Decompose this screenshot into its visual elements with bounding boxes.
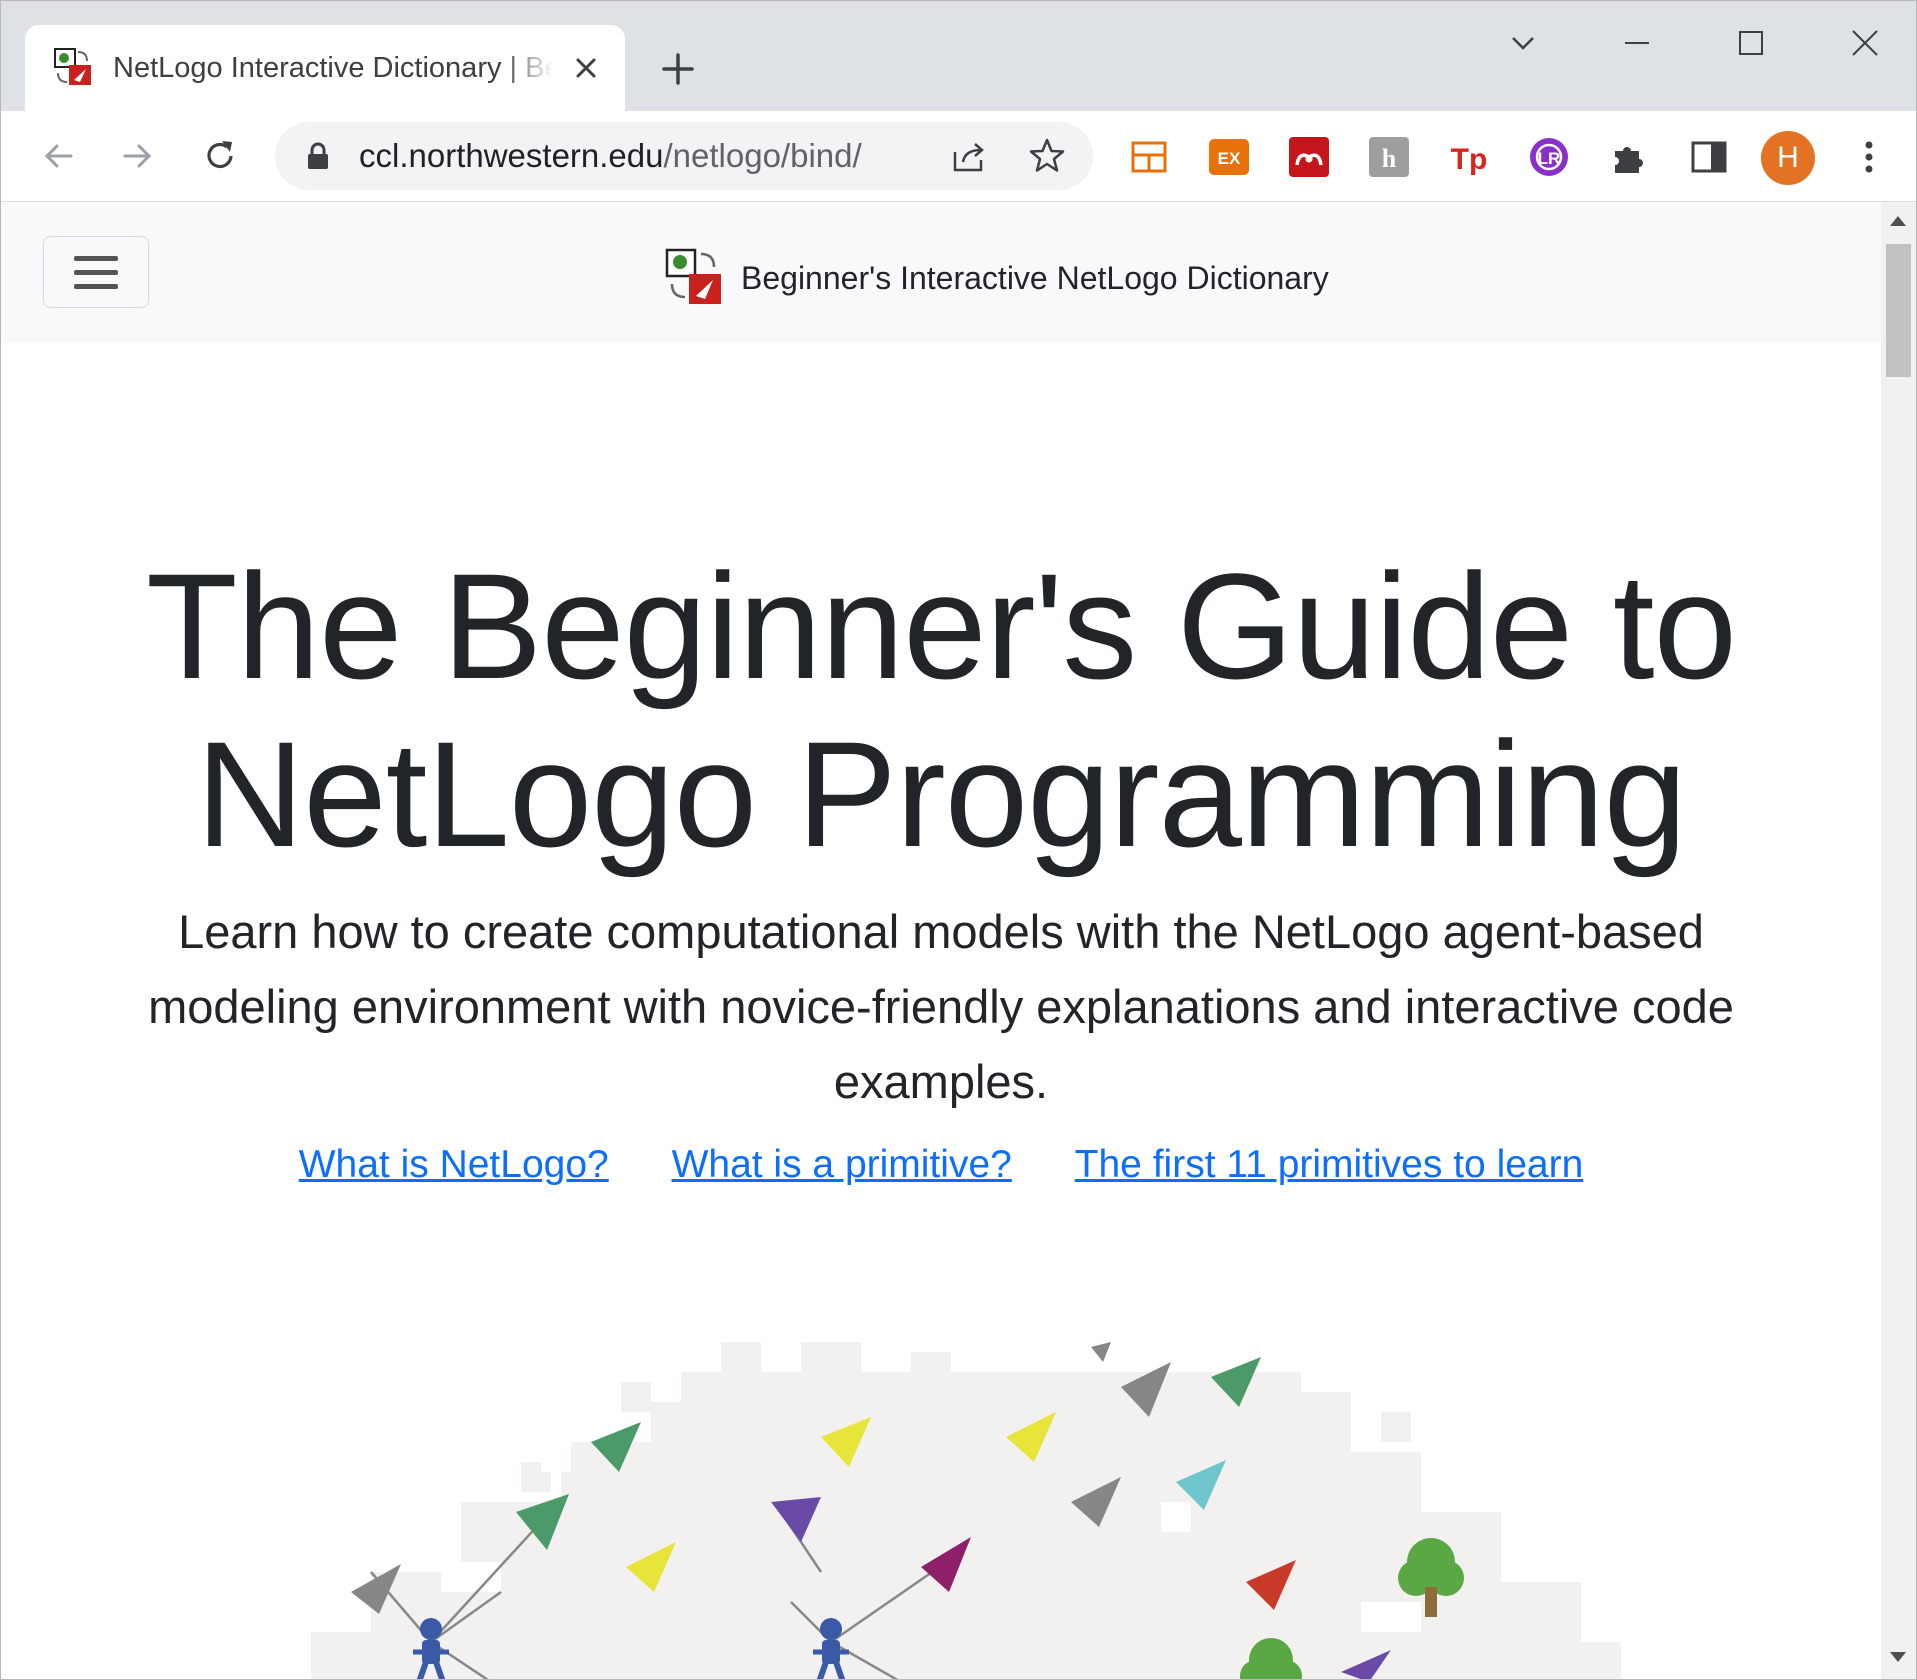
- vertical-scrollbar[interactable]: [1881, 202, 1916, 1679]
- title-line-2: NetLogo Programming: [195, 710, 1687, 878]
- profile-avatar[interactable]: H: [1761, 131, 1815, 185]
- netlogo-favicon-icon: [54, 48, 91, 85]
- first-primitives-link[interactable]: The first 11 primitives to learn: [1075, 1143, 1584, 1186]
- netlogo-logo-icon: [665, 248, 721, 304]
- brand-text: Beginner's Interactive NetLogo Dictionar…: [741, 260, 1329, 296]
- page-title: The Beginner's Guide to NetLogo Programm…: [1, 542, 1881, 878]
- close-window-icon[interactable]: [1843, 21, 1887, 65]
- extensions-puzzle-icon[interactable]: [1607, 135, 1651, 179]
- extension-lr-icon[interactable]: LR: [1527, 135, 1571, 179]
- back-arrow-icon[interactable]: [35, 133, 81, 179]
- svg-text:Tp: Tp: [1451, 143, 1488, 176]
- hero-lead-text: Learn how to create computational models…: [148, 905, 1734, 1108]
- extension-hypothesis-icon[interactable]: h: [1367, 135, 1411, 179]
- tab-search-chevron-icon[interactable]: [1501, 21, 1545, 65]
- svg-text:EX: EX: [1218, 149, 1241, 168]
- extension-layout-icon[interactable]: [1127, 135, 1171, 179]
- svg-text:h: h: [1382, 144, 1397, 173]
- extension-tp-icon[interactable]: Tp: [1447, 135, 1491, 179]
- side-panel-icon[interactable]: [1687, 135, 1731, 179]
- browser-window: NetLogo Interactive Dictionary | Beginne…: [0, 0, 1917, 1680]
- menu-toggle-button[interactable]: [43, 236, 149, 308]
- maximize-icon[interactable]: [1729, 21, 1773, 65]
- address-bar[interactable]: ccl.northwestern.edu/netlogo/bind/: [275, 122, 1093, 190]
- tab-strip: NetLogo Interactive Dictionary | Beginne…: [1, 1, 1916, 111]
- share-icon[interactable]: [949, 136, 989, 176]
- url-host: ccl.northwestern.edu: [359, 137, 664, 174]
- page-viewport: Beginner's Interactive NetLogo Dictionar…: [1, 202, 1881, 1679]
- what-is-primitive-link[interactable]: What is a primitive?: [672, 1143, 1012, 1186]
- netlogo-agents-illustration: [311, 1342, 1621, 1679]
- minimize-icon[interactable]: [1615, 21, 1659, 65]
- what-is-netlogo-link[interactable]: What is NetLogo?: [299, 1143, 609, 1186]
- svg-text:LR: LR: [1538, 149, 1561, 168]
- tab-title: NetLogo Interactive Dictionary | Beginne…: [113, 52, 553, 84]
- extension-ex-icon[interactable]: EX: [1207, 135, 1251, 179]
- title-line-1: The Beginner's Guide to: [146, 542, 1737, 710]
- url-path: /netlogo/bind/: [663, 137, 862, 174]
- scrollbar-thumb[interactable]: [1886, 244, 1911, 377]
- close-tab-icon[interactable]: [567, 49, 605, 87]
- lock-icon[interactable]: [305, 142, 331, 170]
- scroll-down-arrow-icon[interactable]: [1890, 1652, 1906, 1662]
- intro-links: What is NetLogo? What is a primitive? Th…: [1, 1140, 1881, 1190]
- site-navbar: Beginner's Interactive NetLogo Dictionar…: [1, 202, 1881, 343]
- forward-arrow-icon[interactable]: [115, 133, 161, 179]
- active-tab[interactable]: NetLogo Interactive Dictionary | Beginne…: [25, 25, 625, 111]
- reload-icon[interactable]: [197, 133, 243, 179]
- url-text[interactable]: ccl.northwestern.edu/netlogo/bind/: [359, 122, 862, 190]
- hamburger-icon: [74, 256, 118, 261]
- browser-toolbar: ccl.northwestern.edu/netlogo/bind/ EX h: [1, 111, 1916, 202]
- more-menu-icon[interactable]: [1847, 135, 1891, 179]
- new-tab-plus-icon[interactable]: [656, 47, 700, 91]
- extension-mendeley-icon[interactable]: [1287, 135, 1331, 179]
- scroll-up-arrow-icon[interactable]: [1890, 216, 1906, 226]
- bookmark-star-icon[interactable]: [1027, 136, 1067, 176]
